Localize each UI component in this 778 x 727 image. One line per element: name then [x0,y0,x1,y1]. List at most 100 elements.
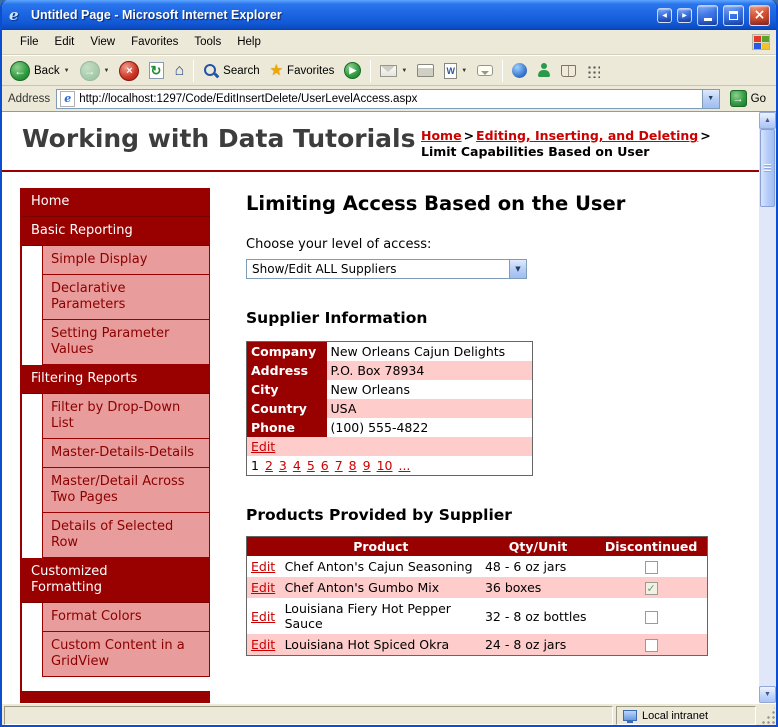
maximize-icon [729,10,738,20]
pager-page-link[interactable]: ... [398,458,410,473]
sidebar-section-customized-formatting[interactable]: Customized Formatting [22,558,210,603]
print-button[interactable] [413,62,438,79]
titlebar-extra-left-button[interactable]: ◀ [657,7,672,23]
product-edit-link[interactable]: Edit [251,609,275,624]
page-area: Working with Data Tutorials Home > Editing… [2,112,776,703]
refresh-button[interactable] [145,60,168,81]
product-name: Louisiana Fiery Hot Pepper Sauce [284,601,451,631]
status-bar: Local intranet [2,703,776,725]
product-row: Edit Louisiana Hot Spiced Okra 24 - 8 oz j… [246,634,708,656]
supplier-edit-link[interactable]: Edit [251,439,275,454]
discontinued-checkbox[interactable] [644,639,658,652]
pager-page-link[interactable]: 5 [307,458,315,473]
sidebar-item-format-colors[interactable]: Format Colors [42,603,210,632]
scroll-down-button[interactable]: ▼ [759,686,776,703]
pager-page-link[interactable]: 4 [293,458,301,473]
media-button[interactable]: ▶ [340,60,365,81]
forward-dropdown-icon[interactable]: ▼ [104,68,110,74]
discontinued-checkbox[interactable] [644,561,658,574]
vertical-scrollbar[interactable]: ▲ ▼ [759,112,776,703]
menu-file[interactable]: File [12,33,47,51]
stop-button[interactable]: × [115,59,143,83]
grid-icon [586,63,601,78]
sidebar-item-setting-parameter-values[interactable]: Setting Parameter Values [42,320,210,365]
pager-page-link[interactable]: 3 [279,458,287,473]
research-icon [561,64,577,77]
supplier-pager-row: 1 2 3 4 5 6 7 8 9 10... [247,456,533,476]
breadcrumb-separator: > [463,128,475,143]
menu-favorites[interactable]: Favorites [123,33,186,51]
globe-icon [512,63,528,78]
scroll-thumb[interactable] [760,129,775,207]
titlebar-extra-right-button[interactable]: ▶ [677,7,692,23]
sidebar-item-details-of-selected-row[interactable]: Details of Selected Row [42,513,210,558]
minimize-button[interactable] [697,4,718,26]
pager-page-link[interactable]: 6 [321,458,329,473]
edit-dropdown-icon[interactable]: ▼ [461,68,467,74]
sidebar-item-simple-display[interactable]: Simple Display [42,246,210,275]
search-button[interactable]: Search [199,61,263,81]
window-title: Untitled Page - Microsoft Internet Explo… [31,8,282,22]
mail-button[interactable]: ▼ [376,63,411,79]
product-edit-link[interactable]: Edit [251,559,275,574]
messenger-icon [537,63,551,78]
discontinued-checkbox[interactable] [644,610,658,624]
edit-word-icon: W [444,62,458,79]
menu-view[interactable]: View [82,33,123,51]
menu-edit[interactable]: Edit [47,33,83,51]
ie-logo-icon: e [9,5,19,24]
product-edit-cell: Edit [247,556,281,577]
pager-page-link[interactable]: 10 [377,458,393,473]
sidebar-item-declarative-parameters[interactable]: Declarative Parameters [42,275,210,320]
back-button[interactable]: ← Back ▼ [6,59,74,83]
discontinued-checkbox[interactable]: ✓ [644,582,658,595]
back-icon: ← [10,60,30,81]
sidebar-section-home[interactable]: Home [22,188,210,217]
grid-tool-button[interactable] [582,62,604,80]
maximize-button[interactable] [723,4,744,26]
products-col-header: Discontinued [595,536,708,556]
sidebar-item-filter-by-drop-down-list[interactable]: Filter by Drop-Down List [42,394,210,439]
edit-button[interactable]: W ▼ [440,61,471,81]
pager-page-link[interactable]: 9 [363,458,371,473]
product-edit-link[interactable]: Edit [251,637,275,652]
menu-help[interactable]: Help [229,33,269,51]
home-button[interactable]: ⌂ [170,61,188,81]
breadcrumb-home-link[interactable]: Home [421,128,462,143]
go-button[interactable]: → Go [726,89,770,108]
sidebar-item-partial [22,691,210,703]
address-input[interactable]: e http://localhost:1297/Code/EditInsertD… [56,88,720,109]
discuss-button[interactable] [473,63,497,78]
product-edit-link[interactable]: Edit [251,580,275,595]
media-icon: ▶ [344,62,362,79]
titlebar[interactable]: e Untitled Page - Microsoft Internet Exp… [2,0,776,30]
back-dropdown-icon[interactable]: ▼ [64,68,70,74]
messenger-button[interactable] [533,61,555,80]
scroll-up-button[interactable]: ▲ [759,112,776,129]
go-label: Go [750,92,766,105]
close-button[interactable]: × [749,4,770,26]
sidebar-section-basic-reporting[interactable]: Basic Reporting [22,217,210,246]
pager-page-link[interactable]: 2 [265,458,273,473]
forward-button[interactable]: → ▼ [76,59,114,83]
mail-dropdown-icon[interactable]: ▼ [401,68,407,74]
favorites-button[interactable]: ★ Favorites [266,61,339,80]
product-row: Edit Chef Anton's Gumbo Mix 36 boxes ✓ [246,577,708,598]
discuss-icon [477,65,494,76]
sidebar-item-master-detail-across-two-pages[interactable]: Master/Detail Across Two Pages [42,468,210,513]
supplier-row-address: Address P.O. Box 78934 [246,361,533,380]
breadcrumb-section-link[interactable]: Editing, Inserting, and Deleting [476,128,698,143]
access-level-select[interactable]: Show/Edit ALL Suppliers ▼ [246,259,527,279]
sidebar-section-filtering-reports[interactable]: Filtering Reports [22,365,210,394]
resize-grip[interactable] [759,706,776,725]
menu-tools[interactable]: Tools [186,33,229,51]
research-button[interactable] [557,63,580,79]
sidebar-item-custom-content-in-a-gridview[interactable]: Custom Content in a GridView [42,632,210,677]
pager-page-link[interactable]: 8 [349,458,357,473]
chevron-down-icon[interactable]: ▼ [509,260,526,278]
supplier-edit-cell: Edit [246,437,533,456]
sidebar-item-master-details-details[interactable]: Master-Details-Details [42,439,210,468]
pager-page-link[interactable]: 7 [335,458,343,473]
address-dropdown-icon[interactable]: ▼ [701,89,719,108]
messenger-globe-button[interactable] [508,61,531,80]
